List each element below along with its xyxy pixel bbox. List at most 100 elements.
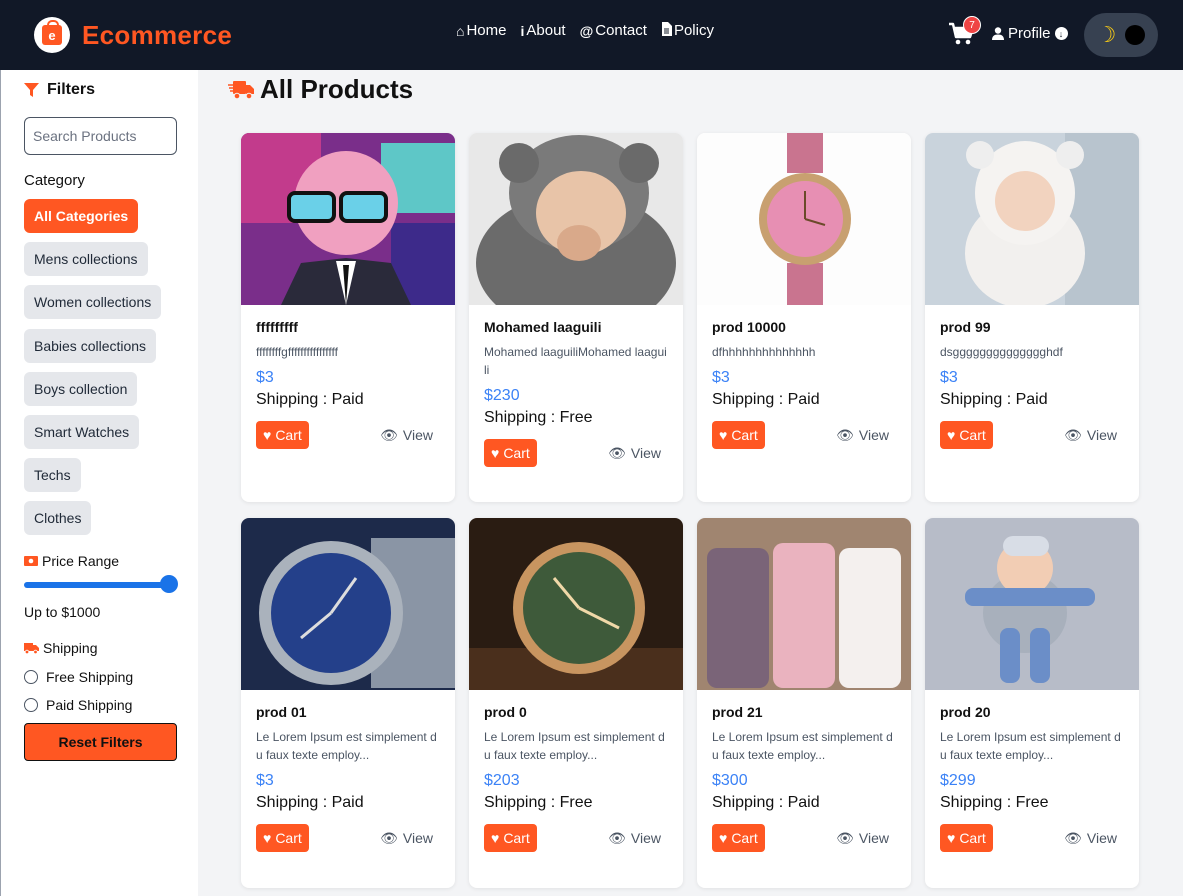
product-image[interactable] [697,133,911,305]
category-clothes[interactable]: Clothes [24,501,92,535]
nav-home[interactable]: ⌂ Home [456,22,506,39]
cart-count-badge: 7 [963,16,981,34]
category-babies[interactable]: Babies collections [24,329,157,363]
price-range-slider-thumb[interactable] [160,575,178,593]
view-product-link[interactable]: 👁 View [1064,830,1117,847]
category-mens[interactable]: Mens collections [24,242,148,276]
product-description: Mohamed laaguiliMohamed laaguili [484,345,667,377]
nav-policy[interactable]: Policy [661,22,714,39]
free-shipping-option[interactable]: Free Shipping [24,669,133,685]
free-shipping-radio[interactable] [24,670,38,684]
main-nav: ⌂ Home i About @ Contact Policy [456,22,714,39]
product-name[interactable]: prod 21 [712,704,896,724]
product-name[interactable]: fffffffff [256,319,440,339]
moon-icon: ☽ [1096,22,1117,47]
view-product-link[interactable]: 👁 View [836,830,889,847]
add-to-cart-button[interactable]: ♥ Cart [484,439,537,467]
view-product-link[interactable]: 👁 View [1064,427,1117,444]
view-product-link[interactable]: 👁 View [836,427,889,444]
category-all[interactable]: All Categories [24,199,139,233]
filter-icon [24,82,39,97]
cart-button[interactable]: 7 [948,16,981,46]
add-to-cart-button[interactable]: ♥ Cart [256,421,309,449]
profile-menu[interactable]: Profile ↓ [992,25,1068,42]
product-price: $3 [712,369,730,386]
nav-contact[interactable]: @ Contact [580,22,647,39]
price-range-label: Price Range [42,553,120,569]
product-name[interactable]: Mohamed laaguili [484,319,668,339]
category-smart-watches[interactable]: Smart Watches [24,415,140,449]
brand-link[interactable]: e Ecommerce [34,17,232,53]
view-label: View [1086,427,1117,443]
file-icon [661,22,672,39]
reset-filters-button[interactable]: Reset Filters [24,723,177,761]
view-product-link[interactable]: 👁 View [608,445,661,462]
home-icon: ⌂ [456,22,465,39]
view-product-link[interactable]: 👁 View [380,830,433,847]
eye-icon: 👁 [836,426,854,443]
add-to-cart-button[interactable]: ♥ Cart [940,421,993,449]
product-image[interactable] [697,518,911,690]
product-price: $3 [256,369,274,386]
product-name[interactable]: prod 10000 [712,319,896,339]
product-description: ffffffffgffffffffffffffff [256,345,338,359]
user-icon [992,27,1004,40]
product-name[interactable]: prod 0 [484,704,668,724]
product-description: Le Lorem Ipsum est simplement du faux te… [712,730,893,762]
truck-icon [24,642,39,654]
eye-icon: 👁 [380,426,398,443]
product-card: prod 10000 dfhhhhhhhhhhhhhh $3 Shipping … [697,133,911,502]
add-to-cart-button[interactable]: ♥ Cart [256,824,309,852]
view-product-link[interactable]: 👁 View [608,830,661,847]
category-women[interactable]: Women collections [24,285,162,319]
add-to-cart-button[interactable]: ♥ Cart [712,824,765,852]
add-to-cart-button[interactable]: ♥ Cart [712,421,765,449]
top-navbar: e Ecommerce ⌂ Home i About @ Contact Pol… [0,0,1183,70]
product-image[interactable] [241,518,455,690]
product-image[interactable] [925,133,1139,305]
product-image[interactable] [241,133,455,305]
product-shipping: Shipping : Paid [712,391,820,408]
product-name[interactable]: prod 20 [940,704,1124,724]
paid-shipping-option[interactable]: Paid Shipping [24,697,132,713]
product-price: $3 [940,369,958,386]
theme-toggle[interactable]: ☽ [1084,13,1158,57]
product-price: $3 [256,772,274,789]
paid-shipping-radio[interactable] [24,698,38,712]
add-to-cart-button[interactable]: ♥ Cart [940,824,993,852]
eye-icon: 👁 [380,829,398,846]
product-description: Le Lorem Ipsum est simplement du faux te… [940,730,1121,762]
product-card: prod 01 Le Lorem Ipsum est simplement du… [241,518,455,888]
add-to-cart-label: Cart [959,427,986,443]
product-shipping: Shipping : Paid [256,391,364,408]
heart-icon: ♥ [491,445,500,461]
dark-mode-dot [1125,25,1146,45]
product-shipping: Shipping : Paid [256,794,364,811]
heart-icon: ♥ [263,830,272,846]
product-image[interactable] [925,518,1139,690]
product-shipping: Shipping : Paid [940,391,1048,408]
view-label: View [1086,830,1117,846]
nav-about[interactable]: i About [520,22,565,39]
shipping-heading: Shipping [24,640,98,656]
product-image[interactable] [469,133,683,305]
product-card: prod 21 Le Lorem Ipsum est simplement du… [697,518,911,888]
add-to-cart-button[interactable]: ♥ Cart [484,824,537,852]
view-label: View [402,830,433,846]
view-label: View [630,830,661,846]
category-techs[interactable]: Techs [24,458,81,492]
product-image[interactable] [469,518,683,690]
search-input[interactable] [24,117,177,155]
product-name[interactable]: prod 01 [256,704,440,724]
category-boys[interactable]: Boys collection [24,372,138,406]
money-icon [24,556,38,566]
add-to-cart-label: Cart [275,830,302,846]
view-product-link[interactable]: 👁 View [380,427,433,444]
price-range-track[interactable] [24,582,174,588]
shopping-bag-icon: e [42,20,62,45]
view-label: View [402,427,433,443]
product-card: Mohamed laaguili Mohamed laaguiliMohamed… [469,133,683,502]
at-icon: @ [579,22,594,39]
product-card: prod 20 Le Lorem Ipsum est simplement du… [925,518,1139,888]
product-name[interactable]: prod 99 [940,319,1124,339]
